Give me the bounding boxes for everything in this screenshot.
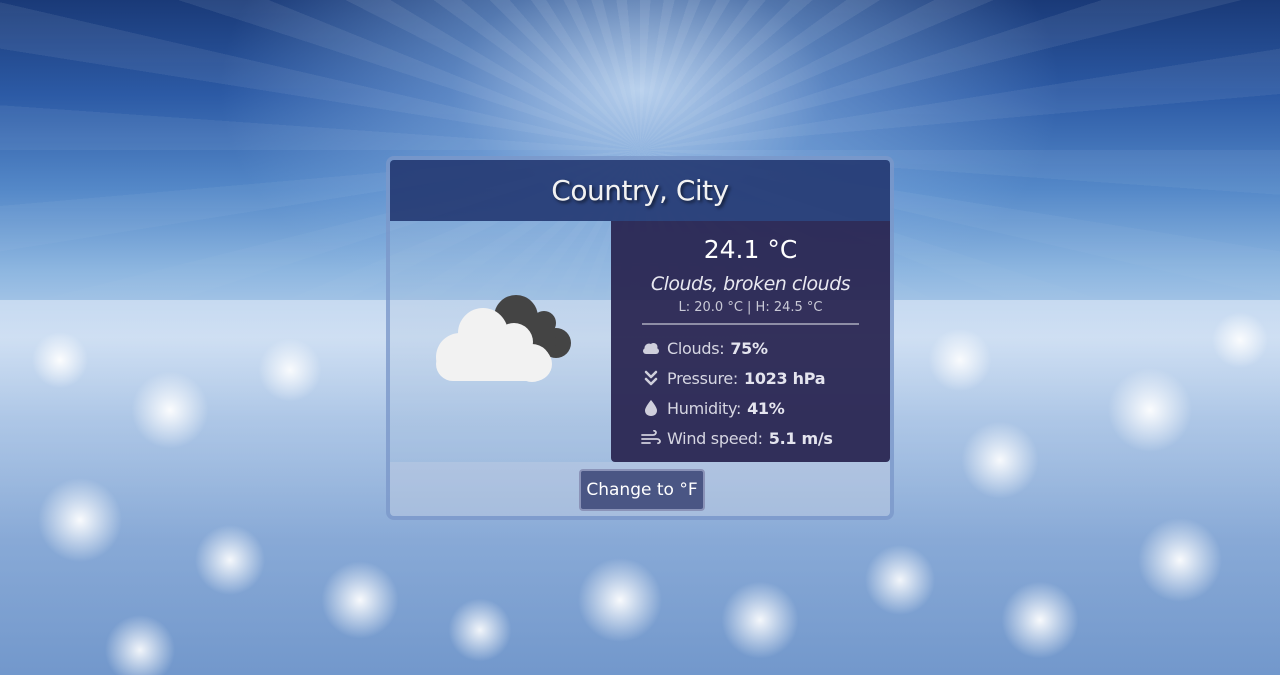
stat-value: 41% — [747, 398, 785, 418]
stat-clouds: Clouds: 75% — [641, 336, 768, 360]
stat-humidity: Humidity: 41% — [641, 396, 785, 420]
weather-description: Clouds, broken clouds — [650, 273, 851, 295]
card-footer: Change to °F — [390, 462, 890, 516]
stat-pressure: Pressure: 1023 hPa — [641, 366, 826, 390]
stat-value: 75% — [730, 338, 768, 358]
stat-value: 1023 hPa — [744, 368, 826, 388]
weather-card: Country, City 24.1 °C Clouds, broken clo… — [386, 156, 894, 520]
card-header: Country, City — [390, 160, 890, 221]
stat-label: Pressure: — [667, 368, 739, 388]
stat-label: Wind speed: — [667, 428, 763, 448]
temperature-range: L: 20.0 °C | H: 24.5 °C — [678, 300, 823, 315]
cloud-icon — [641, 338, 661, 358]
weather-details-panel: 24.1 °C Clouds, broken clouds L: 20.0 °C… — [611, 221, 890, 462]
wind-icon — [641, 428, 661, 448]
droplet-icon — [641, 398, 661, 418]
divider — [642, 323, 859, 325]
change-unit-button[interactable]: Change to °F — [579, 469, 705, 511]
cloudy-icon — [436, 295, 571, 382]
temperature: 24.1 °C — [703, 235, 798, 264]
stat-wind: Wind speed: 5.1 m/s — [641, 426, 833, 450]
weather-icon-area — [390, 221, 611, 462]
stat-label: Clouds: — [667, 338, 725, 358]
stat-label: Humidity: — [667, 398, 742, 418]
double-chevron-down-icon — [641, 368, 661, 388]
location-title: Country, City — [551, 174, 729, 207]
stat-value: 5.1 m/s — [768, 428, 833, 448]
